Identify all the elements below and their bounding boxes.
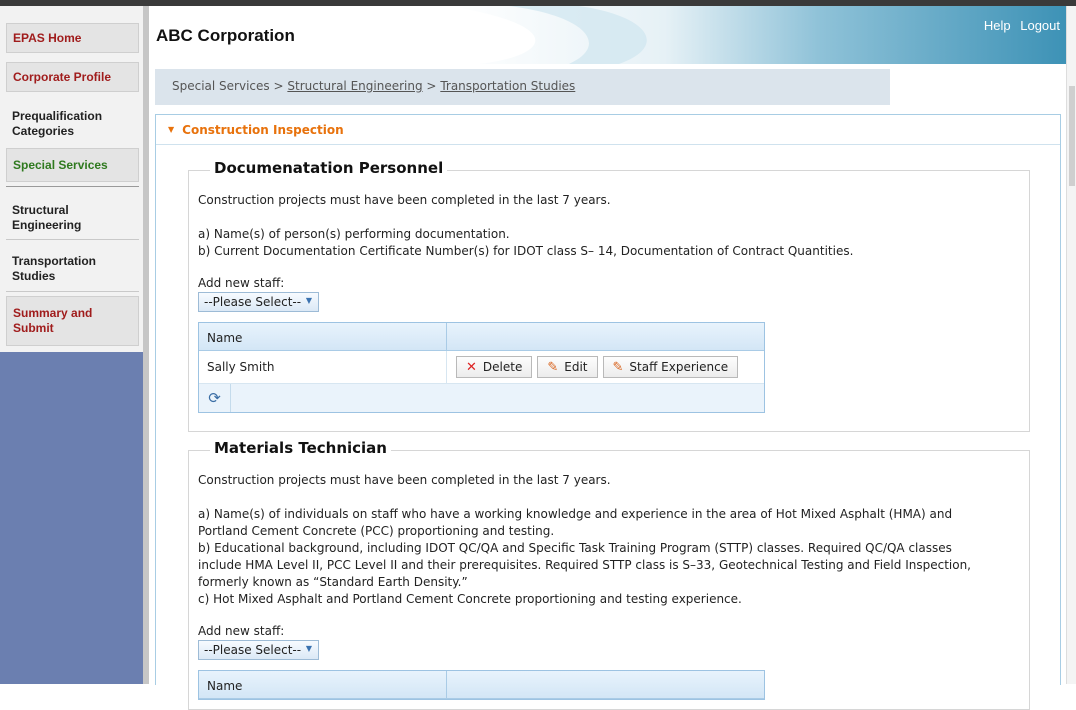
sidebar: EPAS Home Corporate Profile Prequalifica… (0, 6, 143, 684)
sidebar-item-label: EPAS Home (13, 31, 82, 45)
refresh-icon[interactable]: ⟳ (199, 384, 231, 412)
requirement-b-line-3: formerly known as “Standard Earth Densit… (198, 575, 468, 589)
breadcrumb-separator: > (273, 79, 284, 93)
requirement-b: b) Current Documentation Certificate Num… (198, 244, 854, 258)
construction-inspection-panel: ▼ Construction Inspection Documenatation… (155, 114, 1061, 710)
add-staff-select[interactable]: --Please Select-- ▼ (198, 640, 319, 660)
grid-footer: ⟳ (199, 384, 764, 412)
select-value: --Please Select-- (204, 643, 302, 657)
page-scrollbar[interactable] (1066, 6, 1076, 684)
grid-header: Name (199, 323, 764, 351)
staff-grid: Name (198, 670, 765, 700)
section-intro: Construction projects must have been com… (198, 473, 611, 487)
sidebar-item-structural-engineering[interactable]: Structural Engineering (6, 196, 139, 240)
sidebar-item-epas-home[interactable]: EPAS Home (6, 23, 139, 53)
chevron-down-icon: ▼ (305, 644, 312, 653)
chevron-down-icon: ▼ (305, 296, 312, 305)
sidebar-item-summary-submit[interactable]: Summary and Submit (6, 296, 139, 346)
sidebar-item-prequalification-categories[interactable]: Prequalification Categories (6, 102, 139, 146)
add-staff-label: Add new staff: (198, 624, 285, 638)
scrollbar-thumb[interactable] (1069, 86, 1075, 186)
requirement-b-line-2: include HMA Level II, PCC Level II and t… (198, 558, 971, 572)
requirement-a-line-1: a) Name(s) of individuals on staff who h… (198, 507, 953, 521)
sidebar-item-corporate-profile[interactable]: Corporate Profile (6, 62, 139, 92)
sidebar-item-label: Summary and Submit (13, 306, 93, 335)
add-staff-select[interactable]: --Please Select-- ▼ (198, 292, 319, 312)
pencil-icon: ✎ (547, 359, 559, 375)
pencil-icon: ✎ (612, 359, 624, 375)
section-title: Documenatation Personnel (210, 159, 448, 177)
breadcrumb-structural-engineering[interactable]: Structural Engineering (287, 79, 422, 93)
panel-header[interactable]: ▼ Construction Inspection (156, 115, 1060, 145)
company-name: ABC Corporation (156, 26, 295, 45)
section-materials-technician: Materials Technician Construction projec… (188, 439, 1030, 710)
add-staff-label: Add new staff: (198, 276, 285, 290)
sidebar-divider-bar (143, 6, 149, 684)
select-value: --Please Select-- (204, 295, 302, 309)
sidebar-item-label: Special Services (13, 158, 108, 172)
delete-button[interactable]: ✕ Delete (456, 356, 533, 378)
sidebar-item-special-services[interactable]: Special Services (6, 148, 139, 182)
grid-header: Name (199, 671, 764, 699)
sidebar-item-label: Corporate Profile (13, 70, 112, 84)
section-documentation-personnel: Documenatation Personnel Construction pr… (188, 159, 1030, 432)
breadcrumb-separator: > (426, 79, 437, 93)
sidebar-divider (6, 186, 139, 187)
sidebar-menu: EPAS Home Corporate Profile Prequalifica… (0, 6, 143, 352)
column-header-name[interactable]: Name (199, 671, 447, 698)
sidebar-item-label: Prequalification Categories (12, 109, 103, 138)
breadcrumb-root: Special Services (172, 79, 270, 93)
logout-link[interactable]: Logout (1020, 18, 1060, 33)
edit-label: Edit (564, 360, 588, 374)
column-header-name[interactable]: Name (199, 323, 447, 350)
staff-grid: Name Sally Smith ✕ Delete ✎ Edit ✎ Staff… (198, 322, 765, 413)
row-actions: ✕ Delete ✎ Edit ✎ Staff Experience (447, 351, 743, 383)
requirement-a-line-2: Portland Cement Concrete (PCC) proportio… (198, 524, 555, 538)
header: ABC Corporation Help Logout (149, 6, 1066, 64)
staff-experience-button[interactable]: ✎ Staff Experience (602, 356, 739, 378)
edit-button[interactable]: ✎ Edit (537, 356, 598, 378)
help-link[interactable]: Help (984, 18, 1011, 33)
delete-label: Delete (482, 360, 523, 374)
collapse-caret-icon[interactable]: ▼ (168, 125, 174, 134)
staff-name-cell: Sally Smith (199, 351, 447, 383)
requirement-a: a) Name(s) of person(s) performing docum… (198, 227, 510, 241)
sidebar-item-transportation-studies[interactable]: Transportation Studies (6, 246, 139, 292)
breadcrumb-transportation-studies[interactable]: Transportation Studies (440, 79, 575, 93)
breadcrumb: Special Services > Structural Engineerin… (155, 69, 890, 105)
requirement-b-line-1: b) Educational background, including IDO… (198, 541, 952, 555)
requirement-c: c) Hot Mixed Asphalt and Portland Cement… (198, 592, 742, 606)
panel-title: Construction Inspection (182, 122, 344, 137)
close-icon: ✕ (466, 359, 477, 375)
section-intro: Construction projects must have been com… (198, 193, 611, 207)
sidebar-item-label: Structural Engineering (12, 202, 82, 232)
section-title: Materials Technician (210, 439, 391, 457)
top-links: Help Logout (978, 18, 1060, 33)
table-row[interactable]: Sally Smith ✕ Delete ✎ Edit ✎ Staff Expe… (199, 351, 764, 384)
sidebar-item-label: Transportation Studies (12, 253, 97, 283)
staff-experience-label: Staff Experience (629, 360, 729, 374)
